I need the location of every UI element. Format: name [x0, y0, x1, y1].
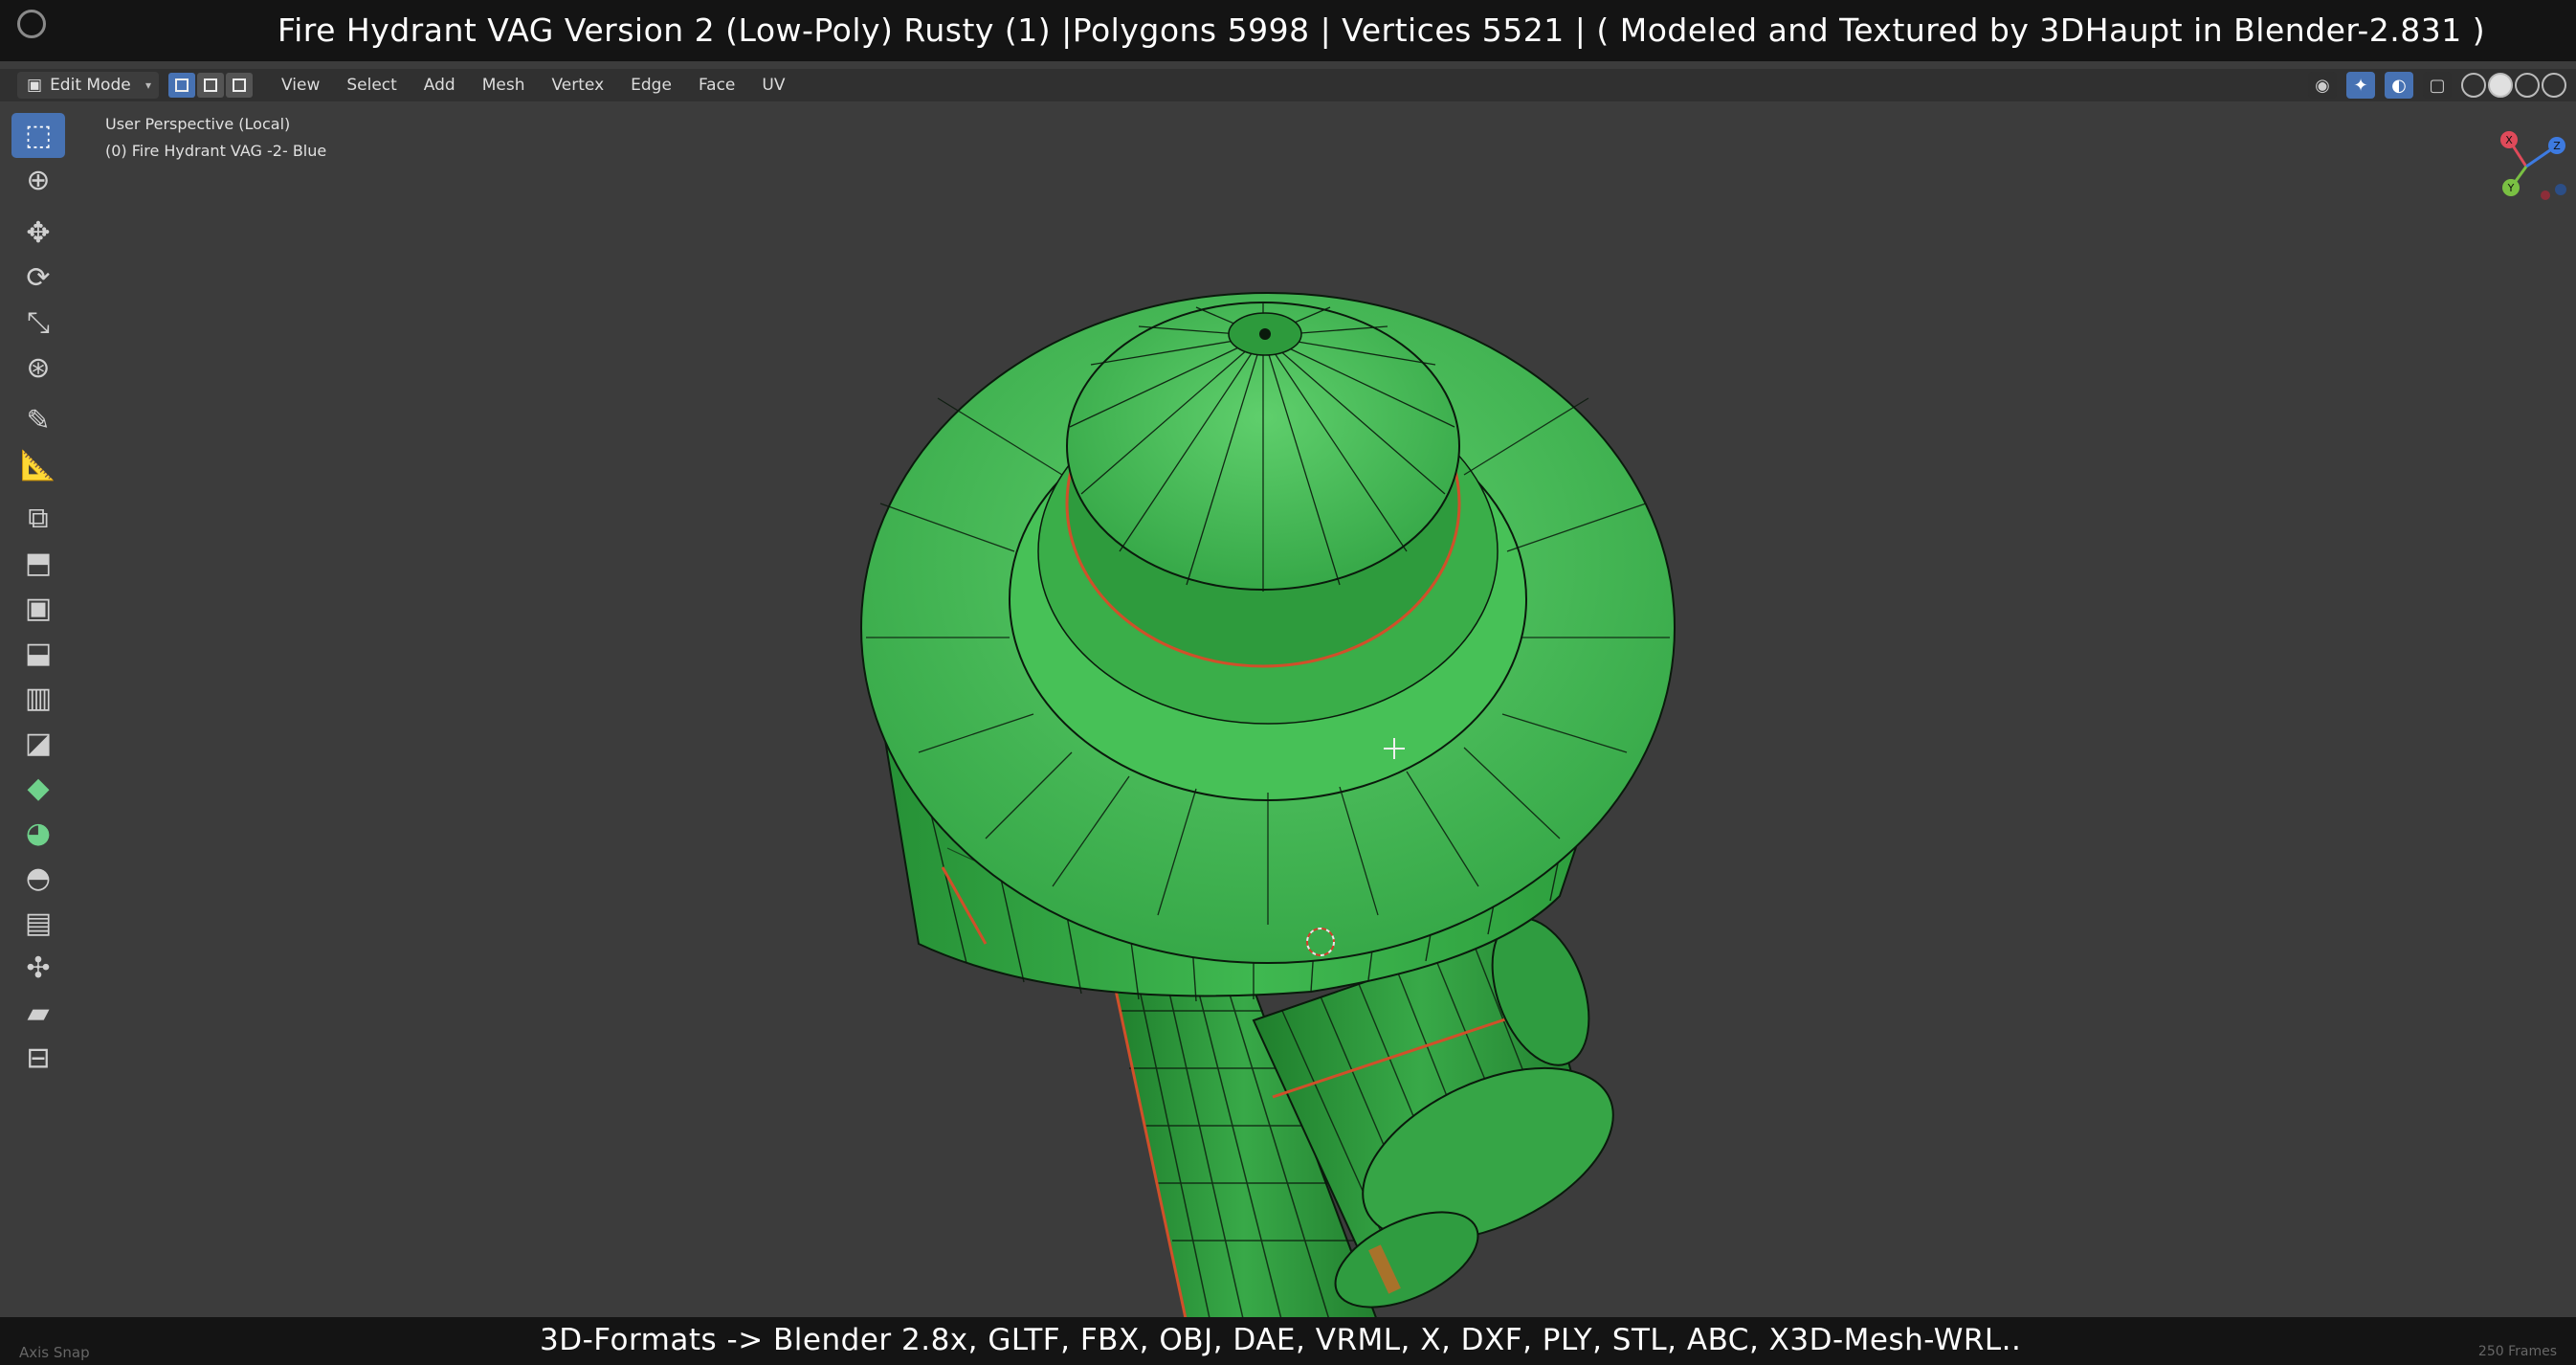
viewport-info: User Perspective (Local) (0) Fire Hydran… [105, 111, 326, 165]
material-shading-icon[interactable] [2515, 73, 2540, 98]
select-box-icon[interactable]: ⬚ [11, 113, 65, 158]
vertex-select-button[interactable] [168, 73, 195, 98]
rendered-shading-icon[interactable] [2542, 73, 2566, 98]
annotate-icon[interactable]: ✎ [11, 398, 65, 443]
menu-face[interactable]: Face [685, 69, 748, 101]
visibility-icon[interactable]: ◉ [2308, 72, 2337, 99]
title-overlay: Fire Hydrant VAG Version 2 (Low-Poly) Ru… [278, 11, 2486, 49]
rip-region-icon[interactable]: ⊟ [11, 1036, 65, 1081]
menu-view[interactable]: View [268, 69, 333, 101]
transform-icon[interactable]: ⊛ [11, 346, 65, 391]
knife-icon[interactable]: ◪ [11, 721, 65, 766]
add-cube-icon[interactable]: ⧉ [11, 496, 65, 541]
scale-icon[interactable]: ⤡ [11, 301, 65, 346]
shrink-fatten-icon[interactable]: ✣ [11, 946, 65, 991]
viewport-3d[interactable] [0, 101, 2576, 1323]
cursor-icon[interactable]: ⊕ [11, 158, 65, 203]
edge-select-icon [204, 78, 217, 92]
formats-overlay: 3D-Formats -> Blender 2.8x, GLTF, FBX, O… [540, 1323, 2022, 1357]
overlay-toggle-icon[interactable]: ◐ [2385, 72, 2413, 99]
gizmo-x-label: X [2505, 134, 2513, 146]
status-left: Axis Snap [19, 1344, 90, 1361]
gizmo-z-label: Z [2553, 140, 2561, 152]
menu-mesh[interactable]: Mesh [469, 69, 539, 101]
chevron-down-icon: ▾ [144, 78, 151, 92]
shading-group [2461, 73, 2566, 98]
face-select-icon [233, 78, 246, 92]
mode-dropdown[interactable]: ▣ Edit Mode ▾ [17, 72, 159, 99]
bevel-icon[interactable]: ⬓ [11, 631, 65, 676]
gizmo-neg-z-icon[interactable] [2555, 184, 2566, 195]
move-icon[interactable]: ✥ [11, 211, 65, 256]
rotate-icon[interactable]: ⟳ [11, 256, 65, 301]
edge-select-button[interactable] [197, 73, 224, 98]
fire-hydrant-mesh[interactable] [860, 292, 1676, 1323]
shear-icon[interactable]: ▰ [11, 991, 65, 1036]
extrude-region-icon[interactable]: ⬒ [11, 541, 65, 586]
navigation-gizmo[interactable]: X Z Y [2488, 123, 2576, 211]
loop-cut-icon[interactable]: ▥ [11, 676, 65, 721]
gizmo-neg-x-icon[interactable] [2541, 190, 2550, 200]
measure-icon[interactable]: 📐 [11, 443, 65, 488]
menu-add[interactable]: Add [411, 69, 469, 101]
spin-icon[interactable]: ◕ [11, 811, 65, 856]
gizmo-y-label: Y [2507, 182, 2515, 194]
xray-toggle-icon[interactable]: ▢ [2423, 72, 2452, 99]
edge-slide-icon[interactable]: ▤ [11, 901, 65, 946]
gizmo-toggle-icon[interactable]: ✦ [2346, 72, 2375, 99]
inset-faces-icon[interactable]: ▣ [11, 586, 65, 631]
select-mode-group [168, 73, 253, 98]
menu-uv[interactable]: UV [748, 69, 798, 101]
menu-edge[interactable]: Edge [617, 69, 685, 101]
wireframe-shading-icon[interactable] [2461, 73, 2486, 98]
menu-select[interactable]: Select [333, 69, 410, 101]
menu-vertex[interactable]: Vertex [538, 69, 617, 101]
mode-label: Edit Mode [50, 76, 131, 95]
edit-mode-icon: ▣ [27, 76, 43, 95]
object-label: (0) Fire Hydrant VAG -2- Blue [105, 142, 327, 160]
blender-logo-icon [17, 10, 46, 38]
vertex-select-icon [175, 78, 189, 92]
face-select-button[interactable] [226, 73, 253, 98]
perspective-label: User Perspective (Local) [105, 115, 291, 133]
header-right-controls: ◉ ✦ ◐ ▢ [2308, 72, 2566, 99]
solid-shading-icon[interactable] [2488, 73, 2513, 98]
viewport-header: ▣ Edit Mode ▾ View Select Add Mesh Verte… [0, 69, 2576, 101]
tool-shelf: ⬚ ⊕ ✥ ⟳ ⤡ ⊛ ✎ 📐 ⧉ ⬒ ▣ ⬓ ▥ ◪ ◆ ◕ ◓ ▤ ✣ ▰ … [11, 113, 67, 1081]
poly-build-icon[interactable]: ◆ [11, 766, 65, 811]
header-menus: View Select Add Mesh Vertex Edge Face UV [268, 69, 798, 101]
status-right: 250 Frames [2477, 1344, 2557, 1359]
smooth-icon[interactable]: ◓ [11, 856, 65, 901]
